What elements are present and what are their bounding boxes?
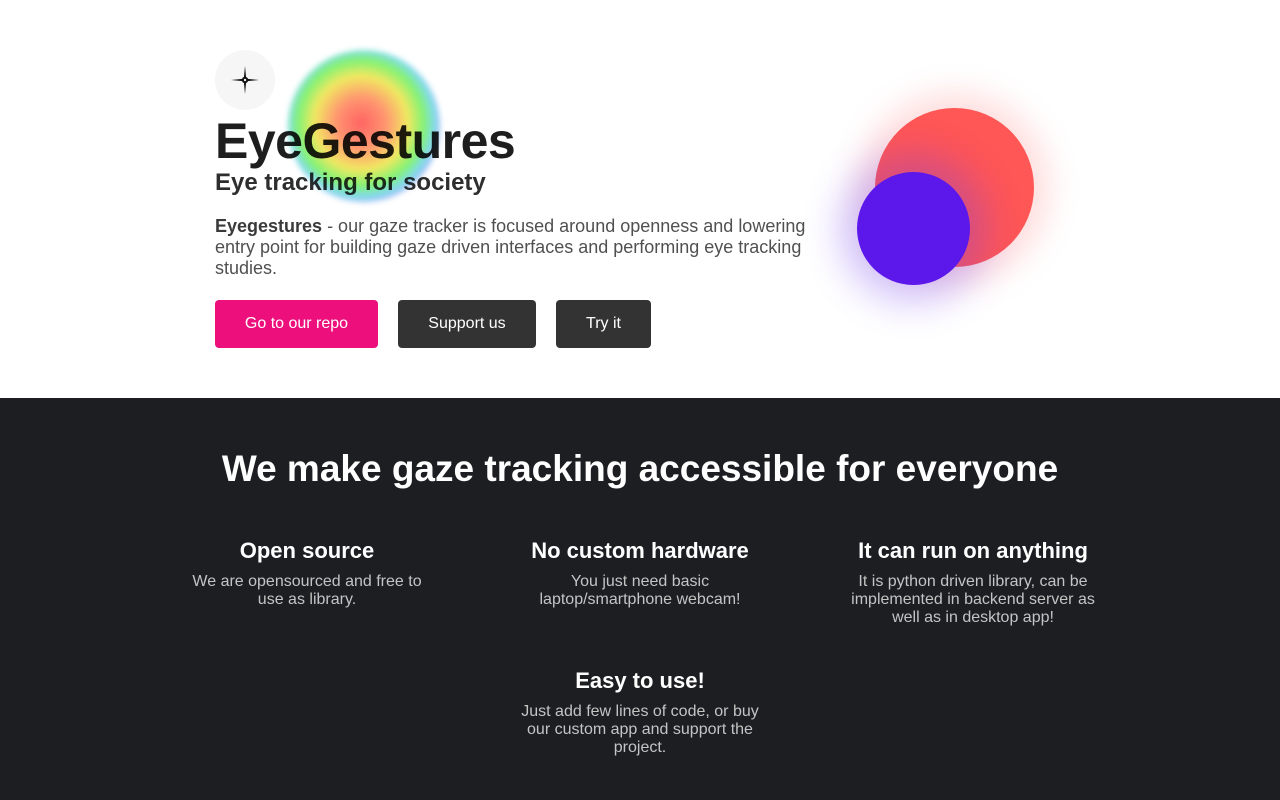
feature-title: Open source xyxy=(239,538,375,563)
feature-open-source: Open source We are opensourced and free … xyxy=(182,538,432,609)
feature-text: It is python driven library, can be impl… xyxy=(851,573,1095,626)
features-section: We make gaze tracking accessible for eve… xyxy=(0,398,1280,800)
page-subtitle: Eye tracking for society xyxy=(215,169,486,196)
logo[interactable] xyxy=(215,50,275,110)
try-button[interactable]: Try it xyxy=(556,300,651,348)
feature-text: Just add few lines of code, or buy our c… xyxy=(521,703,759,756)
hero-section: EyeGestures Eye tracking for society Eye… xyxy=(0,0,1280,398)
description-brand: Eyegestures xyxy=(215,216,323,236)
page-title: EyeGestures xyxy=(215,113,516,169)
feature-easy-to-use: Easy to use! Just add few lines of code,… xyxy=(515,668,765,757)
support-button[interactable]: Support us xyxy=(398,300,536,348)
crosshair-sparkle-icon xyxy=(231,66,259,94)
feature-text: You just need basic laptop/smartphone we… xyxy=(539,573,741,608)
feature-title: Easy to use! xyxy=(575,668,705,693)
hero-description: Eyegestures - our gaze tracker is focuse… xyxy=(215,216,815,279)
feature-title: It can run on anything xyxy=(858,538,1088,563)
section-title: We make gaze tracking accessible for eve… xyxy=(221,448,1059,489)
feature-run-anything: It can run on anything It is python driv… xyxy=(843,538,1103,627)
feature-title: No custom hardware xyxy=(531,538,749,563)
violet-circle-graphic xyxy=(857,172,970,285)
repo-button[interactable]: Go to our repo xyxy=(215,300,378,348)
feature-text: We are opensourced and free to use as li… xyxy=(192,573,422,608)
feature-no-hardware: No custom hardware You just need basic l… xyxy=(515,538,765,609)
